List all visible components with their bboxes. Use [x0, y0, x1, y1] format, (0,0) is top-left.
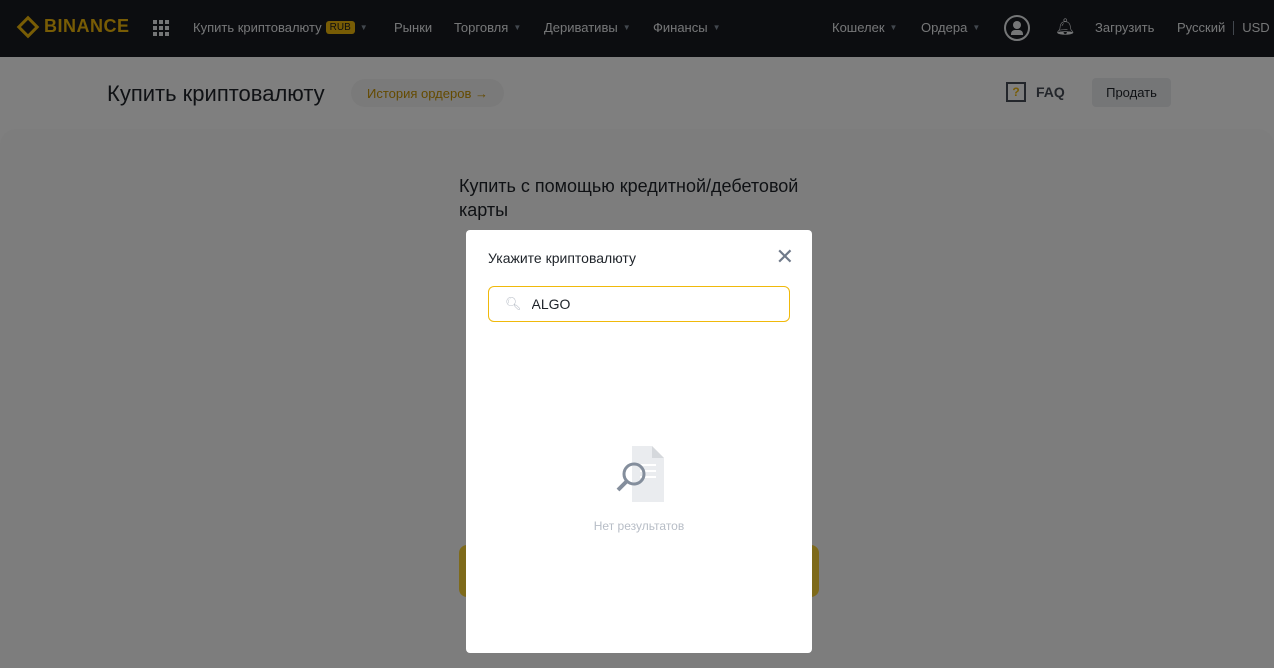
search-input[interactable]	[531, 296, 772, 312]
close-icon[interactable]: ✕	[776, 244, 794, 270]
search-field[interactable]: 🔍︎	[488, 286, 790, 322]
search-icon: 🔍︎	[505, 296, 522, 311]
modal-title: Укажите криптовалюту	[488, 250, 636, 266]
no-results-text: Нет результатов	[593, 519, 685, 533]
select-crypto-modal: Укажите криптовалюту ✕ 🔍︎ Нет результато…	[466, 230, 812, 653]
no-results-icon	[616, 446, 664, 502]
